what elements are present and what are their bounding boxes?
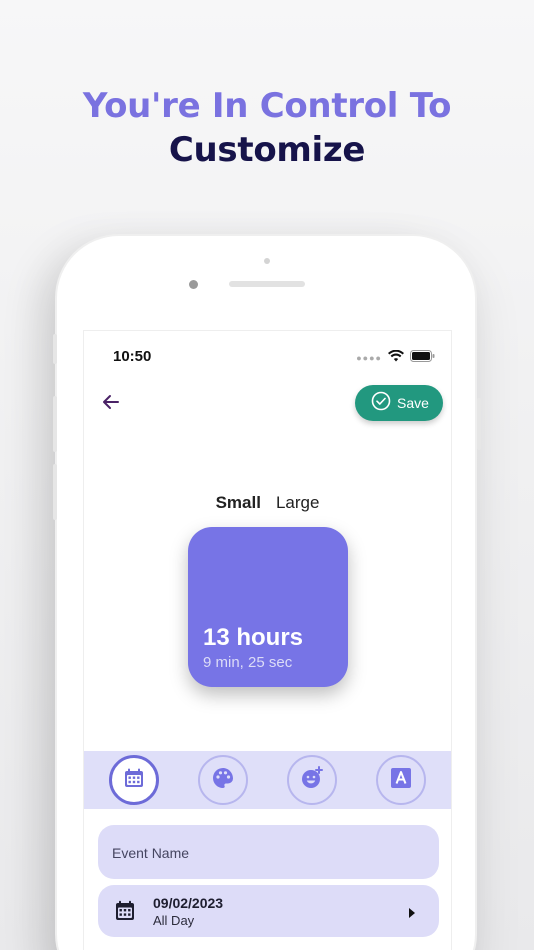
save-button-label: Save bbox=[397, 395, 429, 411]
status-icons: ●●●● bbox=[356, 349, 435, 367]
save-button[interactable]: Save bbox=[355, 385, 443, 421]
back-button[interactable] bbox=[98, 391, 124, 417]
tool-calendar-button[interactable] bbox=[109, 755, 160, 805]
tool-text-format-button[interactable] bbox=[375, 755, 426, 805]
tool-palette-button[interactable] bbox=[198, 755, 249, 805]
event-date-detail: All Day bbox=[153, 913, 195, 928]
phone-mute-switch bbox=[53, 334, 57, 364]
widget-main-text: 13 hours bbox=[203, 624, 304, 651]
date-selector[interactable]: 09/02/2023 All Day bbox=[98, 885, 439, 937]
calendar-icon bbox=[114, 900, 136, 927]
arrow-left-icon bbox=[101, 392, 121, 417]
status-time: 10:50 bbox=[113, 348, 152, 365]
widget-size-toggle: Small Large bbox=[84, 493, 451, 513]
size-option-small[interactable]: Small bbox=[216, 493, 261, 513]
phone-sensor bbox=[264, 258, 270, 264]
headline: You're In Control To Customize bbox=[0, 84, 534, 172]
event-name-input[interactable]: Event Name bbox=[98, 825, 439, 879]
phone-power-button bbox=[477, 398, 481, 450]
palette-icon bbox=[211, 766, 235, 795]
phone-volume-down bbox=[53, 464, 57, 520]
signal-icon: ●●●● bbox=[356, 353, 382, 363]
headline-line-1: You're In Control To bbox=[82, 86, 452, 126]
wifi-icon bbox=[388, 349, 404, 367]
emoji-icon bbox=[300, 765, 324, 795]
battery-icon bbox=[410, 349, 435, 367]
phone-volume-up bbox=[53, 396, 57, 452]
phone-speaker bbox=[229, 281, 305, 287]
customize-toolbar bbox=[84, 751, 451, 809]
headline-line-2: Customize bbox=[168, 130, 366, 170]
phone-camera bbox=[189, 280, 198, 289]
calendar-icon bbox=[123, 767, 145, 794]
widget-preview: 13 hours 9 min, 25 sec bbox=[188, 527, 348, 687]
check-circle-icon bbox=[371, 391, 391, 416]
text-format-icon bbox=[390, 767, 412, 794]
widget-sub-text: 9 min, 25 sec bbox=[203, 654, 293, 671]
status-bar: 10:50 ●●●● bbox=[84, 345, 451, 367]
event-date: 09/02/2023 bbox=[153, 895, 224, 911]
app-screen: 10:50 ●●●● Save Small Large 13 hours 9 m… bbox=[83, 330, 452, 950]
size-option-large[interactable]: Large bbox=[276, 493, 319, 513]
chevron-right-icon bbox=[407, 906, 417, 924]
tool-emoji-button[interactable] bbox=[286, 755, 337, 805]
